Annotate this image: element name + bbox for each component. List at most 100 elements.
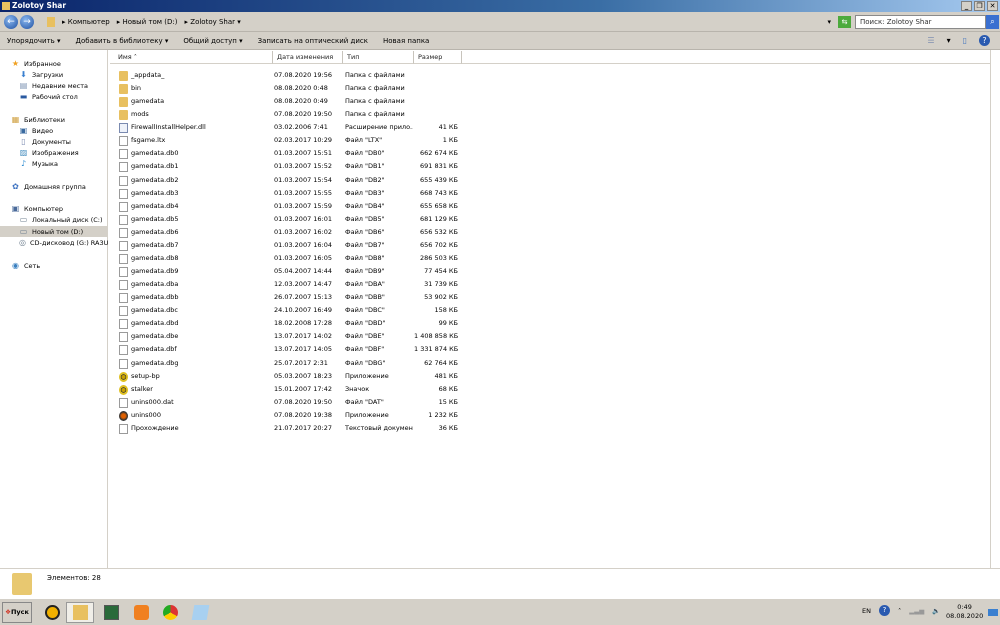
file-size: 36 КБ <box>438 423 458 432</box>
search-icon[interactable]: ⌕ <box>986 15 999 29</box>
file-row[interactable]: stalker 15.01.2007 17:42 Значок 68 КБ <box>110 383 470 396</box>
column-type[interactable]: Тип <box>343 51 414 64</box>
file-date: 01.03.2007 16:05 <box>274 253 333 262</box>
language-indicator[interactable]: EN <box>862 607 871 615</box>
close-button[interactable]: ✕ <box>987 1 998 11</box>
file-row[interactable]: gamedata.db3 01.03.2007 15:55 Файл "DB3"… <box>110 187 470 200</box>
chrome-icon[interactable] <box>156 602 184 623</box>
sidebar-item[interactable]: ▬ Рабочий стол <box>0 91 108 102</box>
file-row[interactable]: FirewallInstallHelper.dll 03.02.2006 7:4… <box>110 121 470 134</box>
new-folder-button[interactable]: Новая папка <box>383 37 429 45</box>
file-row[interactable]: gamedata.db7 01.03.2007 16:04 Файл "DB7"… <box>110 239 470 252</box>
file-type: Файл "DAT" <box>345 397 384 406</box>
breadcrumb-drive[interactable]: ▸ Новый том (D:) <box>117 18 178 26</box>
file-date: 01.03.2007 15:55 <box>274 188 333 197</box>
file-row[interactable]: Прохождение 21.07.2017 20:27 Текстовый д… <box>110 422 470 435</box>
file-row[interactable]: _appdata_ 07.08.2020 19:56 Папка с файла… <box>110 69 470 82</box>
file-row[interactable]: gamedata.dba 12.03.2007 14:47 Файл "DBA"… <box>110 278 470 291</box>
file-date: 24.10.2007 16:49 <box>274 306 333 315</box>
star-icon: ★ <box>11 59 20 68</box>
search-input[interactable]: Поиск: Zolotoy Shar <box>855 15 986 29</box>
file-row[interactable]: gamedata.db0 01.03.2007 15:51 Файл "DB0"… <box>110 147 470 160</box>
sidebar-item[interactable]: ▣ Видео <box>0 125 108 136</box>
file-row[interactable]: gamedata.db5 01.03.2007 16:01 Файл "DB5"… <box>110 213 470 226</box>
sidebar-item[interactable]: ◉ Сеть <box>0 260 108 271</box>
file-row[interactable]: fsgame.ltx 02.03.2017 10:29 Файл "LTX" 1… <box>110 134 470 147</box>
column-size[interactable]: Размер <box>414 51 462 64</box>
minimize-button[interactable]: _ <box>961 1 972 11</box>
add-library-button[interactable]: Добавить в библиотеку ▾ <box>76 37 169 45</box>
media-player-icon[interactable] <box>127 602 155 623</box>
file-icon <box>119 319 128 330</box>
burn-button[interactable]: Записать на оптический диск <box>258 37 368 45</box>
sidebar-item[interactable]: ⬇ Загрузки <box>0 69 108 80</box>
file-row[interactable]: gamedata.dbe 13.07.2017 14:02 Файл "DBE"… <box>110 330 470 343</box>
file-icon <box>119 397 128 408</box>
forward-button[interactable]: → <box>20 15 34 29</box>
clock[interactable]: 0:49 08.08.2020 <box>946 603 983 621</box>
file-type: Файл "DB1" <box>345 162 385 171</box>
file-date: 08.08.2020 0:48 <box>274 84 328 93</box>
file-row[interactable]: gamedata.db9 05.04.2007 14:44 Файл "DB9"… <box>110 265 470 278</box>
file-row[interactable]: gamedata.dbg 25.07.2017 2:31 Файл "DBG" … <box>110 357 470 370</box>
show-desktop-button[interactable] <box>988 609 998 616</box>
history-dropdown[interactable]: ▾ <box>827 18 831 26</box>
sidebar-item[interactable]: ▤ Недавние места <box>0 80 108 91</box>
organize-button[interactable]: Упорядочить ▾ <box>7 37 61 45</box>
file-row[interactable]: gamedata.db1 01.03.2007 15:52 Файл "DB1"… <box>110 160 470 173</box>
sidebar-item[interactable]: ▭ Локальный диск (C:) <box>0 214 108 225</box>
file-row[interactable]: gamedata.db4 01.03.2007 15:59 Файл "DB4"… <box>110 200 470 213</box>
file-row[interactable]: unins000.dat 07.08.2020 19:50 Файл "DAT"… <box>110 396 470 409</box>
view-options-icon[interactable]: ☰ <box>927 36 934 45</box>
refresh-button[interactable]: ⇆ <box>838 16 851 28</box>
aimp-app-icon[interactable] <box>38 602 66 623</box>
column-name[interactable]: Имя ˄ <box>110 51 273 64</box>
file-row[interactable]: bin 08.08.2020 0:48 Папка с файлами <box>110 82 470 95</box>
sidebar-item[interactable]: ▨ Изображения <box>0 147 108 158</box>
file-size: 1 КБ <box>442 136 458 145</box>
notepad-icon[interactable] <box>186 602 214 623</box>
file-icon <box>119 162 128 173</box>
sidebar-item[interactable]: ★ Избранное <box>0 58 108 69</box>
show-hidden-icons[interactable]: ˄ <box>898 607 901 615</box>
breadcrumb[interactable]: ▸ Компьютер ▸ Новый том (D:) ▸ Zolotoy S… <box>43 15 835 29</box>
task-manager-icon[interactable] <box>97 602 125 623</box>
help-icon[interactable]: ? <box>979 35 990 46</box>
file-row[interactable]: gamedata.dbd 18.02.2008 17:28 Файл "DBD"… <box>110 317 470 330</box>
start-button[interactable]: ❖Пуск <box>2 602 32 623</box>
sidebar-item[interactable]: ▭ Новый том (D:) <box>0 226 108 237</box>
share-button[interactable]: Общий доступ ▾ <box>183 37 242 45</box>
breadcrumb-computer[interactable]: ▸ Компьютер <box>62 18 110 26</box>
sidebar-item[interactable]: ▯ Документы <box>0 136 108 147</box>
file-row[interactable]: mods 07.08.2020 19:50 Папка с файлами <box>110 108 470 121</box>
help-tray-icon[interactable]: ? <box>878 605 890 616</box>
chevron-down-icon[interactable]: ▾ <box>947 36 951 45</box>
explorer-app-icon[interactable] <box>66 602 94 623</box>
sidebar-item[interactable]: ▦ Библиотеки <box>0 114 108 125</box>
file-row[interactable]: gamedata.db8 01.03.2007 16:05 Файл "DB8"… <box>110 252 470 265</box>
file-row[interactable]: gamedata.dbc 24.10.2007 16:49 Файл "DBC"… <box>110 304 470 317</box>
sidebar-item[interactable]: ♪ Музыка <box>0 158 108 169</box>
desktop-icon: ▬ <box>19 92 28 101</box>
breadcrumb-folder[interactable]: ▸ Zolotoy Shar ▾ <box>185 18 241 26</box>
scrollbar[interactable] <box>990 50 1000 568</box>
sidebar-item[interactable]: ▣ Компьютер <box>0 203 108 214</box>
maximize-button[interactable]: ❐ <box>974 1 985 11</box>
file-row[interactable]: gamedata.db2 01.03.2007 15:54 Файл "DB2"… <box>110 174 470 187</box>
sidebar-item-label: Библиотеки <box>24 115 65 124</box>
file-name: gamedata.db0 <box>131 149 179 158</box>
file-row[interactable]: gamedata 08.08.2020 0:49 Папка с файлами <box>110 95 470 108</box>
file-row[interactable]: gamedata.dbb 26.07.2007 15:13 Файл "DBB"… <box>110 291 470 304</box>
column-date[interactable]: Дата изменения <box>273 51 343 64</box>
file-row[interactable]: gamedata.db6 01.03.2007 16:02 Файл "DB6"… <box>110 226 470 239</box>
sidebar-item[interactable]: ✿ Домашняя группа <box>0 181 108 192</box>
back-button[interactable]: ← <box>4 15 18 29</box>
file-row[interactable]: setup-bp 05.03.2007 18:23 Приложение 481… <box>110 370 470 383</box>
sidebar-item[interactable]: ◎ CD-дисковод (G:) RA3U_D <box>0 237 108 248</box>
address-bar: ← → ▸ Компьютер ▸ Новый том (D:) ▸ Zolot… <box>0 12 1000 32</box>
preview-pane-icon[interactable]: ▯ <box>963 36 967 45</box>
file-row[interactable]: unins000 07.08.2020 19:38 Приложение 1 2… <box>110 409 470 422</box>
network-signal-icon[interactable]: ▂▃▅ <box>909 607 924 615</box>
file-row[interactable]: gamedata.dbf 13.07.2017 14:05 Файл "DBF"… <box>110 343 470 356</box>
volume-icon[interactable]: 🔈 <box>932 607 940 615</box>
